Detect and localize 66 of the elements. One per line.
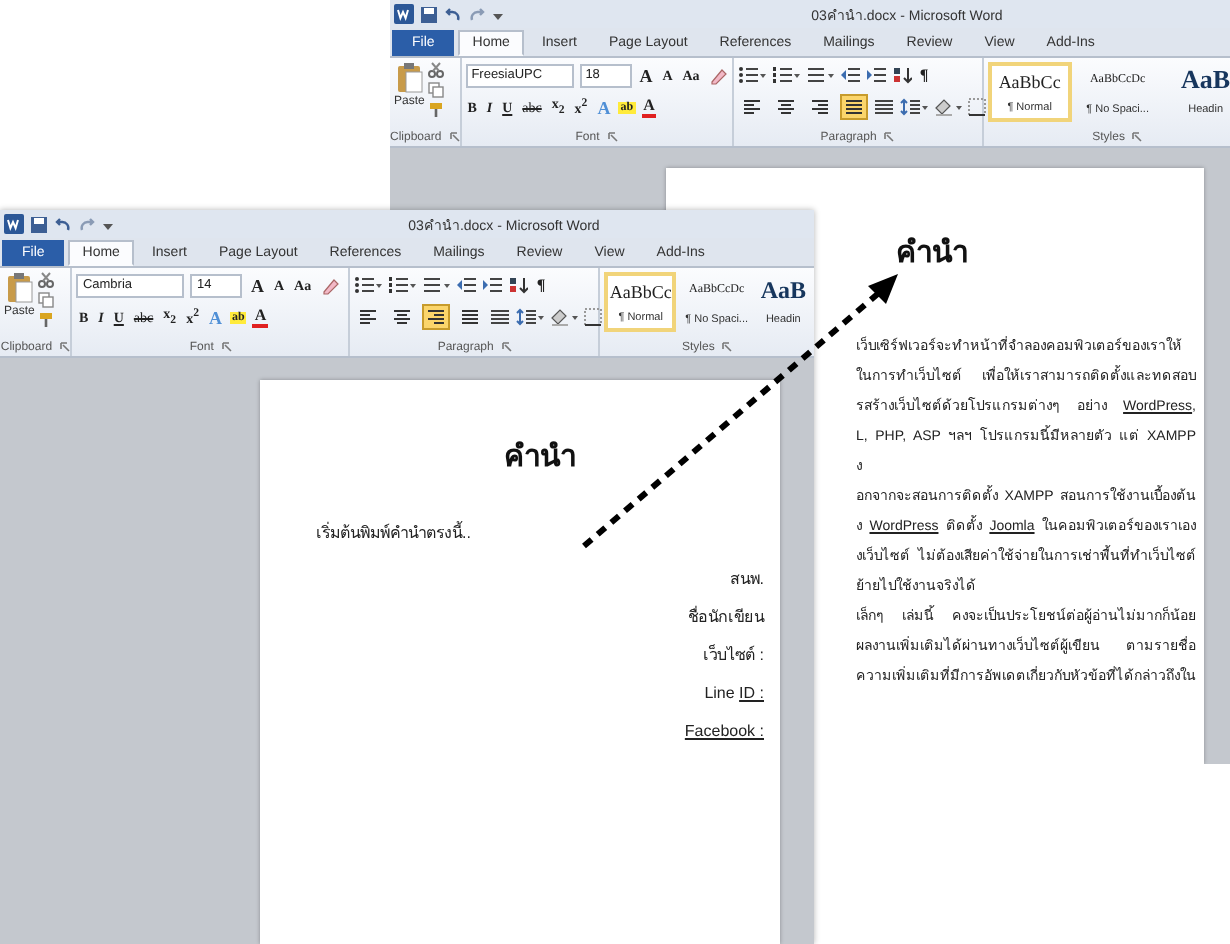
save-icon[interactable]	[30, 215, 48, 233]
dialog-launcher-icon[interactable]	[1132, 132, 1143, 142]
text-lines-icon	[426, 308, 447, 326]
bullets-icon[interactable]	[354, 276, 383, 294]
scissors-icon[interactable]	[428, 62, 445, 78]
decrease-indent-icon[interactable]	[456, 276, 477, 294]
format-painter-icon[interactable]	[428, 102, 445, 118]
copy-icon[interactable]	[428, 82, 445, 98]
paragraph-text: Facebook :	[682, 720, 764, 744]
line-spacing-icon[interactable]	[899, 98, 928, 116]
text-lines-icon	[843, 98, 864, 116]
font-format-button[interactable]: A	[252, 306, 269, 328]
dialog-launcher-icon[interactable]	[221, 342, 232, 352]
distributed-icon[interactable]	[873, 98, 894, 116]
align-button[interactable]	[839, 94, 868, 120]
paragraph-text: เว็บไซต์ :	[701, 642, 764, 668]
show-marks-button[interactable]: ¶	[917, 66, 931, 84]
increase-indent-icon[interactable]	[865, 66, 886, 84]
page-heading: คำนำ	[502, 439, 578, 478]
numbering-icon[interactable]	[771, 66, 800, 84]
text-lines-icon	[775, 98, 796, 116]
multilevel-list-icon[interactable]	[422, 276, 451, 294]
font-size-button[interactable]: A	[637, 65, 655, 85]
text-lines-icon	[741, 98, 762, 116]
eraser-icon[interactable]	[319, 275, 340, 295]
clipboard-icon	[5, 272, 34, 304]
increase-indent-icon[interactable]	[482, 276, 503, 294]
dialog-launcher-icon[interactable]	[60, 342, 71, 352]
show-marks-button[interactable]: ¶	[534, 276, 548, 294]
sort-icon[interactable]	[508, 276, 529, 294]
dialog-launcher-icon[interactable]	[722, 342, 733, 352]
numbering-icon[interactable]	[388, 276, 417, 294]
eraser-icon[interactable]	[707, 65, 728, 85]
dialog-launcher-icon[interactable]	[449, 132, 460, 142]
multilevel-list-icon[interactable]	[805, 66, 834, 84]
dialog-launcher-icon[interactable]	[607, 132, 618, 142]
text-lines-icon	[392, 308, 413, 326]
undo-icon[interactable]	[54, 215, 72, 233]
bullets-icon[interactable]	[737, 66, 766, 84]
line-spacing-icon[interactable]	[516, 308, 545, 326]
word-logo-icon[interactable]	[394, 4, 414, 24]
paragraph-text: เริ่มต้นพิมพ์คำนำตรงนี้..	[316, 519, 473, 546]
paragraph-text: สนพ.	[727, 568, 764, 592]
decrease-indent-icon[interactable]	[839, 66, 860, 84]
font-size-button[interactable]: A	[248, 275, 266, 295]
sort-icon[interactable]	[891, 66, 912, 84]
page-heading: คำนำ	[896, 235, 968, 274]
shading-icon[interactable]	[550, 308, 579, 326]
format-painter-icon[interactable]	[38, 312, 55, 328]
distributed-icon[interactable]	[490, 308, 511, 326]
text-lines-icon	[809, 98, 830, 116]
save-icon[interactable]	[420, 5, 438, 23]
scissors-icon[interactable]	[38, 272, 55, 288]
font-format-button[interactable]: A	[641, 96, 657, 118]
paragraph-text: Line ID :	[702, 682, 764, 706]
align-button[interactable]	[422, 304, 451, 330]
clipboard-icon	[395, 62, 424, 94]
dialog-launcher-icon[interactable]	[501, 342, 512, 352]
paragraph-text: ชื่อนักเขียน	[686, 604, 764, 630]
text-lines-icon	[460, 308, 481, 326]
dialog-launcher-icon[interactable]	[884, 132, 895, 142]
text-lines-icon	[358, 308, 379, 326]
copy-icon[interactable]	[38, 292, 55, 308]
shading-icon[interactable]	[933, 98, 962, 116]
undo-icon[interactable]	[444, 5, 462, 23]
word-logo-icon[interactable]	[4, 214, 24, 234]
